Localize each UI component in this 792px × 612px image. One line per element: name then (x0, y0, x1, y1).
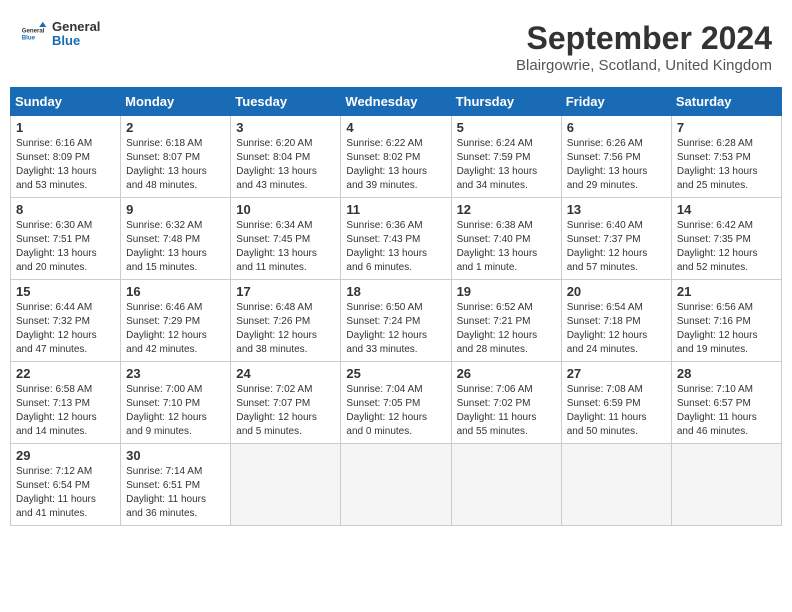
col-saturday: Saturday (671, 88, 781, 116)
calendar-day-26: 26Sunrise: 7:06 AMSunset: 7:02 PMDayligh… (451, 362, 561, 444)
calendar-day-7: 7Sunrise: 6:28 AMSunset: 7:53 PMDaylight… (671, 116, 781, 198)
calendar-day-29: 29Sunrise: 7:12 AMSunset: 6:54 PMDayligh… (11, 444, 121, 526)
calendar-day-15: 15Sunrise: 6:44 AMSunset: 7:32 PMDayligh… (11, 280, 121, 362)
col-friday: Friday (561, 88, 671, 116)
calendar-header-row: Sunday Monday Tuesday Wednesday Thursday… (11, 88, 782, 116)
calendar-day-30: 30Sunrise: 7:14 AMSunset: 6:51 PMDayligh… (121, 444, 231, 526)
calendar-day-1: 1Sunrise: 6:16 AMSunset: 8:09 PMDaylight… (11, 116, 121, 198)
calendar-week-3: 15Sunrise: 6:44 AMSunset: 7:32 PMDayligh… (11, 280, 782, 362)
col-sunday: Sunday (11, 88, 121, 116)
calendar-day-3: 3Sunrise: 6:20 AMSunset: 8:04 PMDaylight… (231, 116, 341, 198)
calendar-day-25: 25Sunrise: 7:04 AMSunset: 7:05 PMDayligh… (341, 362, 451, 444)
col-monday: Monday (121, 88, 231, 116)
calendar-day-empty (341, 444, 451, 526)
calendar-table: Sunday Monday Tuesday Wednesday Thursday… (10, 87, 782, 526)
calendar-day-14: 14Sunrise: 6:42 AMSunset: 7:35 PMDayligh… (671, 198, 781, 280)
calendar-day-2: 2Sunrise: 6:18 AMSunset: 8:07 PMDaylight… (121, 116, 231, 198)
logo-blue-text: Blue (52, 34, 100, 48)
calendar-day-27: 27Sunrise: 7:08 AMSunset: 6:59 PMDayligh… (561, 362, 671, 444)
calendar-day-17: 17Sunrise: 6:48 AMSunset: 7:26 PMDayligh… (231, 280, 341, 362)
logo-icon: General Blue (20, 20, 48, 48)
calendar-day-9: 9Sunrise: 6:32 AMSunset: 7:48 PMDaylight… (121, 198, 231, 280)
page-header: General Blue General Blue September 2024… (10, 10, 782, 79)
calendar-day-empty (231, 444, 341, 526)
calendar-day-28: 28Sunrise: 7:10 AMSunset: 6:57 PMDayligh… (671, 362, 781, 444)
calendar-day-empty (561, 444, 671, 526)
calendar-day-5: 5Sunrise: 6:24 AMSunset: 7:59 PMDaylight… (451, 116, 561, 198)
calendar-day-10: 10Sunrise: 6:34 AMSunset: 7:45 PMDayligh… (231, 198, 341, 280)
calendar-week-5: 29Sunrise: 7:12 AMSunset: 6:54 PMDayligh… (11, 444, 782, 526)
calendar-day-8: 8Sunrise: 6:30 AMSunset: 7:51 PMDaylight… (11, 198, 121, 280)
calendar-week-2: 8Sunrise: 6:30 AMSunset: 7:51 PMDaylight… (11, 198, 782, 280)
calendar-week-4: 22Sunrise: 6:58 AMSunset: 7:13 PMDayligh… (11, 362, 782, 444)
logo-text: General Blue (52, 20, 100, 49)
calendar-day-18: 18Sunrise: 6:50 AMSunset: 7:24 PMDayligh… (341, 280, 451, 362)
location: Blairgowrie, Scotland, United Kingdom (516, 57, 772, 74)
calendar-day-11: 11Sunrise: 6:36 AMSunset: 7:43 PMDayligh… (341, 198, 451, 280)
calendar-day-19: 19Sunrise: 6:52 AMSunset: 7:21 PMDayligh… (451, 280, 561, 362)
svg-text:Blue: Blue (22, 35, 36, 42)
calendar-day-16: 16Sunrise: 6:46 AMSunset: 7:29 PMDayligh… (121, 280, 231, 362)
calendar-day-24: 24Sunrise: 7:02 AMSunset: 7:07 PMDayligh… (231, 362, 341, 444)
logo: General Blue General Blue (20, 20, 100, 49)
col-thursday: Thursday (451, 88, 561, 116)
calendar-day-6: 6Sunrise: 6:26 AMSunset: 7:56 PMDaylight… (561, 116, 671, 198)
calendar-day-empty (451, 444, 561, 526)
calendar-day-13: 13Sunrise: 6:40 AMSunset: 7:37 PMDayligh… (561, 198, 671, 280)
calendar-day-12: 12Sunrise: 6:38 AMSunset: 7:40 PMDayligh… (451, 198, 561, 280)
svg-text:General: General (22, 28, 45, 35)
calendar-day-empty (671, 444, 781, 526)
calendar-week-1: 1Sunrise: 6:16 AMSunset: 8:09 PMDaylight… (11, 116, 782, 198)
calendar-day-4: 4Sunrise: 6:22 AMSunset: 8:02 PMDaylight… (341, 116, 451, 198)
col-tuesday: Tuesday (231, 88, 341, 116)
calendar-day-22: 22Sunrise: 6:58 AMSunset: 7:13 PMDayligh… (11, 362, 121, 444)
title-section: September 2024 Blairgowrie, Scotland, Un… (516, 20, 772, 74)
col-wednesday: Wednesday (341, 88, 451, 116)
calendar-day-20: 20Sunrise: 6:54 AMSunset: 7:18 PMDayligh… (561, 280, 671, 362)
calendar-day-21: 21Sunrise: 6:56 AMSunset: 7:16 PMDayligh… (671, 280, 781, 362)
calendar-day-23: 23Sunrise: 7:00 AMSunset: 7:10 PMDayligh… (121, 362, 231, 444)
month-title: September 2024 (516, 20, 772, 57)
logo-general-text: General (52, 20, 100, 34)
